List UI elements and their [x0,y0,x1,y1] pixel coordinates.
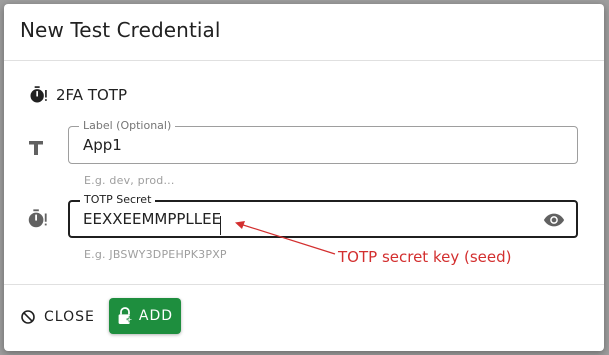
actions-divider [4,284,604,285]
stopwatch-alert-icon [30,86,47,103]
label-hint: E.g. dev, prod... [84,174,175,187]
title-divider [4,60,604,61]
eye-icon[interactable] [542,209,566,231]
close-button[interactable]: CLOSE [16,302,99,332]
stopwatch-alert-icon [28,209,47,228]
totp-secret-input[interactable] [83,207,523,231]
totp-secret-legend: TOTP Secret [80,193,156,207]
close-button-label: CLOSE [44,309,95,325]
add-button-label: ADD [138,308,174,324]
annotation-text: TOTP secret key (seed) [338,248,512,266]
credential-type-label: 2FA TOTP [56,86,128,104]
totp-secret-hint: E.g. JBSWY3DPEHPK3PXP [84,248,227,261]
block-icon [21,310,35,324]
label-input[interactable] [83,133,523,157]
label-field[interactable]: Label (Optional) [68,119,578,164]
credential-type-row: 2FA TOTP [28,85,127,105]
dialog-title: New Test Credential [20,18,221,42]
add-button[interactable]: ADD [109,298,181,334]
text-t-icon [29,141,43,155]
text-cursor [220,216,221,235]
totp-secret-field[interactable]: TOTP Secret [68,193,578,238]
lock-plus-icon [118,307,133,324]
label-field-legend: Label (Optional) [79,119,176,133]
new-credential-dialog: New Test Credential 2FA TOTP Label (Opti… [4,4,604,351]
